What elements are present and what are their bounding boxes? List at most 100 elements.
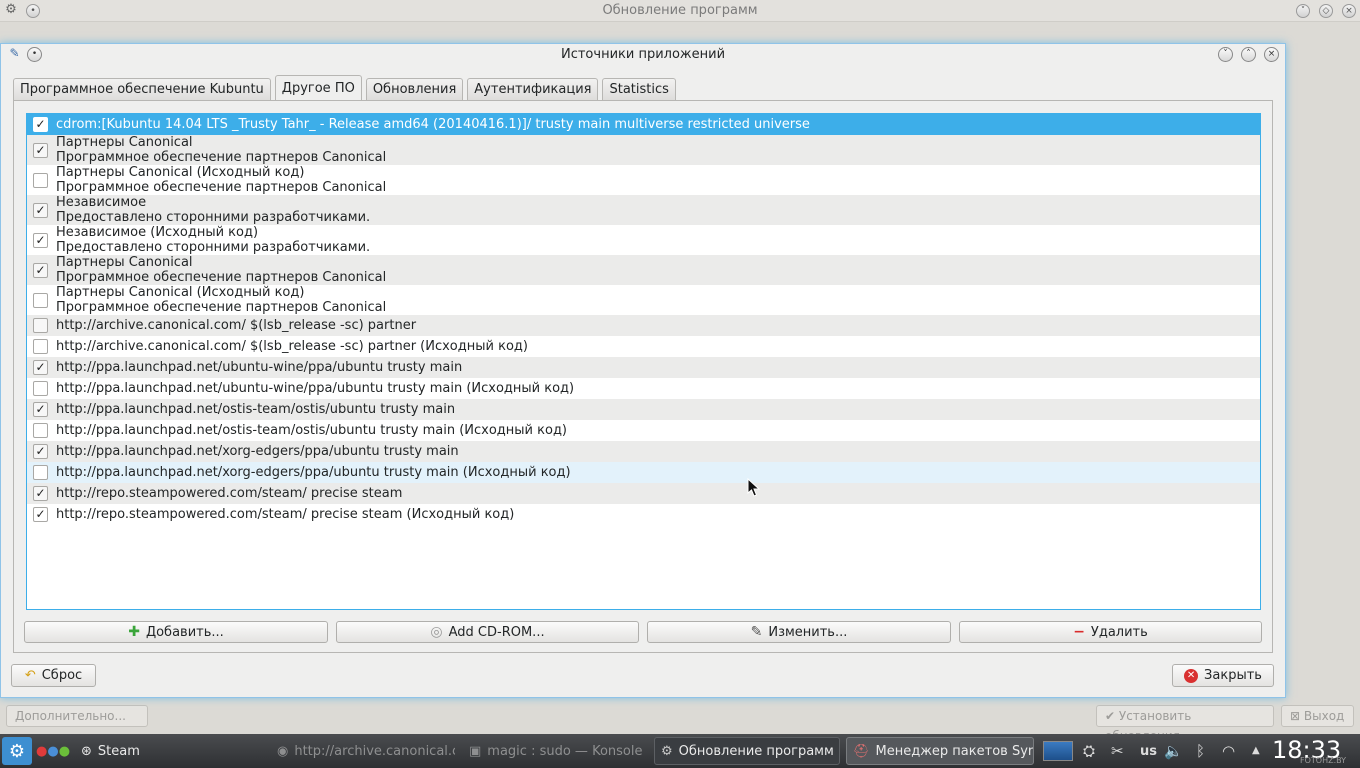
- close-icon[interactable]: ×: [1264, 47, 1279, 62]
- source-row[interactable]: Партнеры Canonical (Исходный код) Програм…: [27, 165, 1260, 195]
- source-checkbox[interactable]: ✓: [33, 486, 48, 501]
- add-source-button[interactable]: ✚ Добавить...: [24, 621, 328, 643]
- source-checkbox[interactable]: ✓: [33, 444, 48, 459]
- task-konsole[interactable]: ▣ magic : sudo — Konsole: [462, 737, 646, 765]
- source-checkbox[interactable]: ✓: [33, 117, 48, 132]
- desktop-pager[interactable]: [1043, 741, 1073, 761]
- dialog-title: Источники приложений: [560, 47, 726, 62]
- source-checkbox[interactable]: [33, 318, 48, 333]
- edit-source-button[interactable]: ✎ Изменить...: [647, 621, 951, 643]
- wifi-icon[interactable]: ◠: [1222, 742, 1235, 760]
- source-checkbox[interactable]: ✓: [33, 232, 48, 248]
- maximize-icon[interactable]: ˄: [1241, 47, 1256, 62]
- source-title: http://ppa.launchpad.net/ostis-team/osti…: [56, 402, 456, 417]
- source-row[interactable]: http://archive.canonical.com/ $(lsb_rele…: [27, 336, 1260, 357]
- add-cdrom-label: Add CD-ROM...: [448, 624, 545, 640]
- source-title: http://ppa.launchpad.net/xorg-edgers/ppa…: [56, 465, 571, 480]
- advanced-button-label: Дополнительно...: [15, 709, 126, 723]
- minimize-icon[interactable]: ˅: [1296, 4, 1310, 18]
- kde-menu-icon[interactable]: ⚙: [2, 737, 32, 765]
- check-icon: ✔: [1105, 709, 1116, 723]
- source-checkbox[interactable]: [33, 339, 48, 354]
- background-window-title: Обновление программ: [602, 3, 758, 18]
- source-checkbox[interactable]: [33, 292, 48, 308]
- tab-kubuntu-software[interactable]: Программное обеспечение Kubuntu: [13, 78, 271, 100]
- source-row[interactable]: ✓ http://ppa.launchpad.net/ostis-team/os…: [27, 399, 1260, 420]
- remove-source-button[interactable]: − Удалить: [959, 621, 1262, 643]
- source-checkbox[interactable]: ✓: [33, 262, 48, 278]
- steam-tray-icon[interactable]: ⛭: [1083, 742, 1095, 760]
- source-row[interactable]: ✓ http://ppa.launchpad.net/ubuntu-wine/p…: [27, 357, 1260, 378]
- source-checkbox[interactable]: [33, 423, 48, 438]
- tab-other-software[interactable]: Другое ПО: [274, 75, 362, 100]
- source-description: Программное обеспечение партнеров Canoni…: [56, 180, 387, 195]
- source-row[interactable]: http://ppa.launchpad.net/ostis-team/osti…: [27, 420, 1260, 441]
- source-row[interactable]: http://ppa.launchpad.net/ubuntu-wine/ppa…: [27, 378, 1260, 399]
- bluetooth-icon[interactable]: ᛒ: [1196, 742, 1205, 760]
- add-cdrom-button[interactable]: ◎ Add CD-ROM...: [336, 621, 639, 643]
- source-row[interactable]: ✓ Партнеры Canonical Программное обеспече…: [27, 255, 1260, 285]
- install-updates-button[interactable]: ✔ Установить обновления: [1096, 705, 1274, 743]
- task-label: magic : sudo — Konsole: [487, 743, 643, 759]
- task-browser[interactable]: ◉ http://archive.canonical.co: [270, 737, 456, 765]
- maximize-icon[interactable]: ◇: [1319, 4, 1333, 18]
- exit-button[interactable]: ⊠ Выход: [1281, 705, 1354, 727]
- source-row[interactable]: ✓ Партнеры Canonical Программное обеспече…: [27, 135, 1260, 165]
- source-title: http://ppa.launchpad.net/xorg-edgers/ppa…: [56, 444, 459, 459]
- dot-icon: ●: [47, 743, 59, 759]
- activities-icon[interactable]: ● ● ●: [36, 737, 70, 765]
- source-title: http://repo.steampowered.com/steam/ prec…: [56, 486, 403, 501]
- other-software-panel: ✓ cdrom:[Kubuntu 14.04 LTS _Trusty Tahr_…: [13, 100, 1273, 653]
- source-list[interactable]: ✓ cdrom:[Kubuntu 14.04 LTS _Trusty Tahr_…: [26, 113, 1261, 610]
- dialog-titlebar: ✎ • Источники приложений ˅ ˄ ×: [1, 44, 1285, 66]
- source-description: Предоставлено сторонними разработчиками.: [56, 210, 371, 225]
- mouse-cursor-icon: [747, 478, 761, 497]
- task-label: Менеджер пакетов Synap: [875, 743, 1033, 759]
- reset-button[interactable]: ↶ Сброс: [11, 664, 96, 687]
- source-title: Партнеры Canonical (Исходный код): [56, 285, 305, 300]
- volume-icon[interactable]: 🔈: [1164, 742, 1183, 760]
- source-row[interactable]: ✓ http://ppa.launchpad.net/xorg-edgers/p…: [27, 441, 1260, 462]
- source-checkbox[interactable]: [33, 381, 48, 396]
- source-row[interactable]: ✓ Независимое (Исходный код) Предоставлен…: [27, 225, 1260, 255]
- close-icon[interactable]: ×: [1342, 4, 1356, 18]
- source-row[interactable]: http://archive.canonical.com/ $(lsb_rele…: [27, 315, 1260, 336]
- task-synaptic[interactable]: ⛑ Менеджер пакетов Synap: [846, 737, 1034, 765]
- keyboard-layout[interactable]: us: [1140, 744, 1157, 759]
- tab-authentication[interactable]: Аутентификация: [467, 78, 599, 100]
- source-row[interactable]: http://ppa.launchpad.net/xorg-edgers/ppa…: [27, 462, 1260, 483]
- tab-statistics[interactable]: Statistics: [602, 78, 676, 100]
- tab-updates[interactable]: Обновления: [365, 78, 464, 100]
- advanced-button[interactable]: Дополнительно... ⌄: [6, 705, 148, 743]
- source-row[interactable]: Партнеры Canonical (Исходный код) Програм…: [27, 285, 1260, 315]
- edit-pencil-icon: ✎: [750, 624, 763, 640]
- source-row[interactable]: ✓ cdrom:[Kubuntu 14.04 LTS _Trusty Tahr_…: [27, 114, 1260, 135]
- task-updater[interactable]: ⚙ Обновление программ: [654, 737, 840, 765]
- source-checkbox[interactable]: ✓: [33, 507, 48, 522]
- source-checkbox[interactable]: [33, 465, 48, 480]
- source-row[interactable]: ✓ http://repo.steampowered.com/steam/ pr…: [27, 504, 1260, 525]
- exit-icon: ⊠: [1290, 709, 1301, 723]
- source-checkbox[interactable]: [33, 172, 48, 188]
- source-title: http://ppa.launchpad.net/ubuntu-wine/ppa…: [56, 360, 463, 375]
- source-row[interactable]: ✓ http://repo.steampowered.com/steam/ pr…: [27, 483, 1260, 504]
- source-title: cdrom:[Kubuntu 14.04 LTS _Trusty Tahr_ -…: [56, 117, 810, 132]
- source-checkbox[interactable]: ✓: [33, 142, 48, 158]
- source-title: Партнеры Canonical (Исходный код): [56, 165, 305, 180]
- source-row[interactable]: ✓ Независимое Предоставлено сторонними ра…: [27, 195, 1260, 225]
- tray-expand-icon[interactable]: ▲: [1252, 745, 1260, 756]
- source-checkbox[interactable]: ✓: [33, 360, 48, 375]
- scissors-icon[interactable]: ✂: [1111, 742, 1124, 760]
- taskbar: ⚙ ● ● ● ⊛ Steam ◉ http://archive.canonical.c…: [0, 734, 1360, 768]
- dot-icon: ●: [36, 743, 48, 759]
- synaptic-icon: ⛑: [853, 743, 870, 759]
- task-label: Обновление программ: [678, 743, 834, 759]
- close-button[interactable]: ✕ Закрыть: [1172, 664, 1274, 687]
- minimize-icon[interactable]: ˅: [1218, 47, 1233, 62]
- source-description: Программное обеспечение партнеров Canoni…: [56, 150, 387, 165]
- source-checkbox[interactable]: ✓: [33, 202, 48, 218]
- task-steam[interactable]: ⊛ Steam: [74, 737, 264, 765]
- source-checkbox[interactable]: ✓: [33, 402, 48, 417]
- source-title: Независимое: [56, 195, 147, 210]
- source-description: Программное обеспечение партнеров Canoni…: [56, 270, 387, 285]
